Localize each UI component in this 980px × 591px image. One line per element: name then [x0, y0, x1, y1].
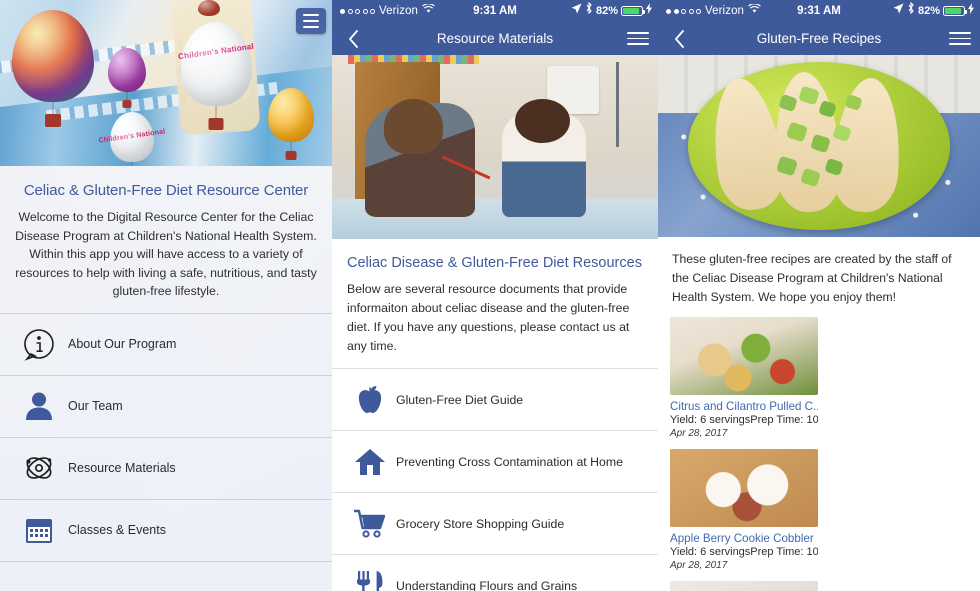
list-item-label: Understanding Flours and Grains — [396, 578, 578, 591]
recipe-meta: Yield: 6 servingsPrep Time: 10 ... — [670, 546, 818, 558]
hamburger-menu-icon[interactable] — [949, 22, 971, 55]
info-icon — [10, 327, 68, 361]
home-icon — [344, 447, 396, 477]
page-title: Gluten-Free Recipes — [756, 31, 882, 46]
list-item-label: Preventing Cross Contamination at Home — [396, 454, 623, 469]
resource-hero-image — [332, 55, 658, 239]
apple-icon — [344, 384, 396, 416]
shopping-cart-icon — [344, 509, 396, 539]
location-arrow-icon — [571, 0, 582, 22]
status-bar: Verizon 9:31 AM 82% — [658, 0, 980, 22]
battery-percent-label: 82% — [917, 5, 940, 17]
balloon-purple — [108, 48, 146, 108]
app-panel-gluten-free-recipes: Verizon 9:31 AM 82% Gluten-Free Recipes … — [658, 0, 980, 591]
battery-percent-label: 82% — [595, 5, 618, 17]
balloon-yellow — [268, 88, 314, 160]
hero-plate — [688, 62, 950, 230]
sidebar-item-label: Classes & Events — [68, 523, 166, 537]
app-panel-resource-materials: Verizon 9:31 AM 82% Resource Materials C… — [332, 0, 658, 591]
balloon-multicolor — [12, 10, 94, 127]
recipe-title[interactable]: Apple Berry Cookie Cobbler — [670, 532, 818, 545]
recipe-date: Apr 28, 2017 — [670, 428, 728, 439]
list-item-gluten-free-diet-guide[interactable]: Gluten-Free Diet Guide — [332, 368, 658, 430]
recipe-thumbnail — [670, 449, 818, 527]
list-item-understanding-flours-and-grains[interactable]: Understanding Flours and Grains — [332, 554, 658, 591]
recipe-grid: Citrus and Cilantro Pulled C... Yield: 6… — [658, 317, 980, 591]
sidebar-item-classes-and-events[interactable]: Classes & Events — [0, 498, 332, 561]
recipes-hero-image — [658, 55, 980, 237]
recipes-intro-block: These gluten-free recipes are created by… — [658, 237, 980, 317]
atom-icon — [10, 451, 68, 485]
sidebar-item-resource-materials[interactable]: Resource Materials — [0, 436, 332, 499]
resource-list: Gluten-Free Diet Guide Preventing Cross … — [332, 368, 658, 591]
sidebar-item-our-team[interactable]: Our Team — [0, 374, 332, 437]
sidebar-item-label: Our Team — [68, 399, 123, 413]
list-item-label: Grocery Store Shopping Guide — [396, 516, 565, 531]
fork-knife-icon — [344, 570, 396, 591]
balloon-logo-text: Children's National — [177, 41, 255, 62]
home-intro-block: Celiac & Gluten-Free Diet Resource Cente… — [0, 166, 332, 313]
home-hero-image: Children's National Children's National — [0, 0, 332, 166]
page-title: Celiac & Gluten-Free Diet Resource Cente… — [23, 182, 309, 199]
bluetooth-icon — [585, 0, 593, 22]
recipe-card[interactable]: Turkey and Spinach Slow Co... Yield: 6 s… — [670, 581, 818, 591]
navigation-bar: Gluten-Free Recipes — [658, 22, 980, 55]
status-bar-right: 82% — [893, 0, 974, 22]
home-intro-text: Welcome to the Digital Resource Center f… — [15, 210, 317, 298]
recipe-title[interactable]: Citrus and Cilantro Pulled C... — [670, 400, 818, 413]
sidebar-item-about-our-program[interactable]: About Our Program — [0, 312, 332, 375]
sidebar-item-next-partial[interactable] — [0, 560, 332, 581]
list-item-label: Gluten-Free Diet Guide — [396, 392, 524, 407]
bluetooth-icon — [907, 0, 915, 22]
status-bar-right: 82% — [571, 0, 652, 22]
recipe-meta: Yield: 6 servingsPrep Time: 10 ... — [670, 414, 818, 426]
status-bar: Verizon 9:31 AM 82% — [332, 0, 658, 22]
calendar-icon — [10, 514, 68, 546]
recipes-intro-text: These gluten-free recipes are created by… — [672, 252, 952, 304]
sidebar-item-label: Resource Materials — [68, 461, 176, 475]
recipe-thumbnail — [670, 317, 818, 395]
home-content: Celiac & Gluten-Free Diet Resource Cente… — [0, 166, 332, 591]
list-item-preventing-cross-contamination[interactable]: Preventing Cross Contamination at Home — [332, 430, 658, 492]
hamburger-menu-icon[interactable] — [296, 8, 326, 34]
sidebar-item-label: About Our Program — [68, 337, 177, 351]
resource-intro-block: Celiac Disease & Gluten-Free Diet Resour… — [332, 239, 658, 368]
battery-icon — [943, 6, 967, 16]
balloon-white-small: Children's National — [98, 112, 166, 166]
lightning-bolt-icon — [968, 0, 974, 22]
hamburger-menu-icon[interactable] — [627, 22, 649, 55]
recipe-card[interactable]: Apple Berry Cookie Cobbler Yield: 6 serv… — [670, 449, 818, 571]
navigation-bar: Resource Materials — [332, 22, 658, 55]
lightning-bolt-icon — [646, 0, 652, 22]
section-title: Celiac Disease & Gluten-Free Diet Resour… — [347, 255, 642, 271]
recipe-card[interactable]: Citrus and Cilantro Pulled C... Yield: 6… — [670, 317, 818, 439]
person-icon — [10, 390, 68, 422]
resource-intro-text: Below are several resource documents tha… — [347, 282, 630, 353]
balloon-white-large: Children's National — [177, 22, 255, 130]
location-arrow-icon — [893, 0, 904, 22]
home-menu-list: About Our Program Our Team Resource Mate… — [0, 312, 332, 581]
screenshot-stage: Children's National Children's National — [0, 0, 980, 591]
battery-icon — [621, 6, 645, 16]
app-panel-home: Children's National Children's National — [0, 0, 332, 591]
balloon-red-small — [198, 0, 220, 16]
recipe-thumbnail — [670, 581, 818, 591]
list-item-grocery-store-shopping-guide[interactable]: Grocery Store Shopping Guide — [332, 492, 658, 554]
recipe-date: Apr 28, 2017 — [670, 560, 728, 571]
page-title: Resource Materials — [436, 31, 554, 46]
